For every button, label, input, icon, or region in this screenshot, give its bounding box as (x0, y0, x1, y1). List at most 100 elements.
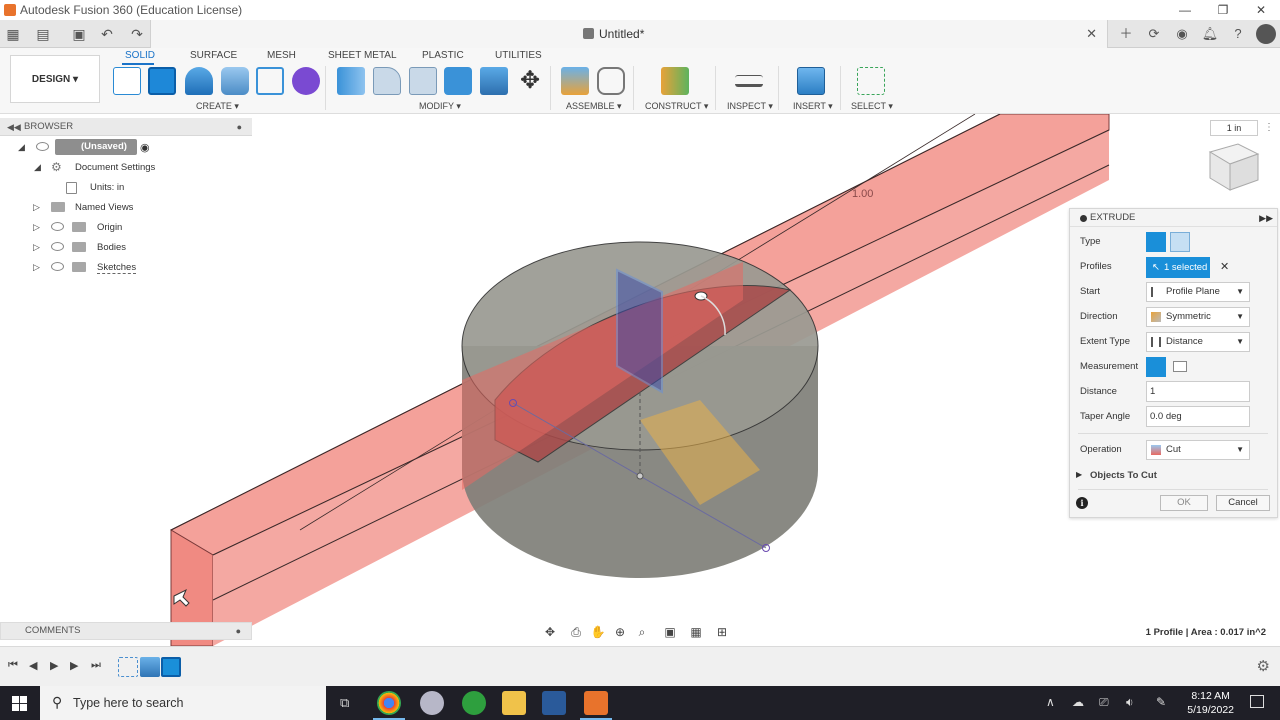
extrude-type-thin-icon[interactable] (1170, 232, 1190, 252)
fillet-icon[interactable] (373, 67, 401, 95)
timeline-settings-gear-icon[interactable]: ⚙ (1257, 657, 1270, 675)
app-icon[interactable] (462, 691, 486, 715)
visibility-eye-icon[interactable] (36, 142, 49, 151)
expand-triangle-icon[interactable]: ▷ (33, 242, 40, 253)
move-icon[interactable]: ✥ (516, 67, 544, 95)
modify-group-label[interactable]: MODIFY ▾ (419, 101, 461, 112)
construct-group-label[interactable]: CONSTRUCT ▾ (645, 101, 708, 112)
viewports-icon[interactable]: ⊞ (714, 624, 730, 640)
notifications-icon[interactable]: 🔔︎ (1196, 20, 1224, 48)
onedrive-icon[interactable]: ☁ (1072, 695, 1084, 709)
hole-icon[interactable] (221, 67, 249, 95)
close-window-button[interactable]: ✕ (1242, 0, 1280, 20)
form-icon[interactable] (292, 67, 320, 95)
windows-start-icon[interactable] (12, 696, 27, 711)
viewcube-menu-icon[interactable]: ⋮ (1264, 122, 1274, 133)
ok-button[interactable]: OK (1160, 495, 1208, 511)
measurement-model-icon[interactable] (1146, 357, 1166, 377)
fit-icon[interactable]: ⌕ (634, 624, 650, 640)
document-tab[interactable]: Untitled* ✕ (150, 20, 1108, 48)
taper-angle-input[interactable]: 0.0 deg (1146, 406, 1250, 427)
redo-icon[interactable]: ↷ (128, 25, 146, 43)
collapse-triangle-icon[interactable]: ◢ (34, 162, 41, 173)
activate-radio-icon[interactable]: ◉ (140, 141, 150, 154)
tab-mesh[interactable]: MESH (267, 50, 296, 61)
unit-indicator[interactable]: 1 in (1210, 120, 1258, 136)
create-group-label[interactable]: CREATE ▾ (196, 101, 239, 112)
help-icon[interactable]: ? (1224, 20, 1252, 48)
collapse-browser-icon[interactable]: ◀◀ (7, 118, 21, 136)
timeline-extrude-icon[interactable] (161, 657, 181, 677)
data-panel-grid-icon[interactable]: ▦ (4, 25, 22, 43)
app-icon[interactable] (420, 691, 444, 715)
taskbar-search[interactable]: ⚲ Type here to search (40, 686, 326, 720)
cancel-button[interactable]: Cancel (1216, 495, 1270, 511)
visibility-eye-icon[interactable] (51, 262, 64, 271)
tree-root[interactable]: ◢ (Unsaved) ◉ (0, 138, 252, 158)
combine-icon[interactable] (444, 67, 472, 95)
select-icon[interactable] (857, 67, 885, 95)
tab-sheet-metal[interactable]: SHEET METAL (328, 50, 397, 61)
calculator-icon[interactable] (542, 691, 566, 715)
viewcube[interactable] (1200, 138, 1264, 194)
new-component-icon[interactable] (561, 67, 589, 95)
new-tab-icon[interactable]: ＋ (1112, 20, 1140, 48)
tab-surface[interactable]: SURFACE (190, 50, 237, 61)
expand-triangle-icon[interactable]: ▶ (1076, 470, 1082, 479)
operation-dropdown[interactable]: Cut ▼ (1146, 440, 1250, 460)
action-center-icon[interactable] (1250, 695, 1264, 708)
offset-plane-icon[interactable] (661, 67, 689, 95)
go-to-start-icon[interactable]: ⏮ (8, 659, 18, 672)
pan-icon[interactable]: ✋ (590, 624, 606, 640)
play-icon[interactable]: ▶ (50, 659, 58, 672)
step-forward-icon[interactable]: ▶ (70, 659, 78, 672)
timeline-revolve-icon[interactable] (140, 657, 160, 677)
fusion-taskbar-icon[interactable] (580, 691, 612, 720)
chamfer-icon[interactable] (409, 67, 437, 95)
distance-input[interactable]: 1 (1146, 381, 1250, 402)
volume-icon[interactable]: 🔉︎ (1126, 695, 1134, 710)
browser-pin-icon[interactable]: ● (237, 118, 242, 136)
expand-triangle-icon[interactable]: ▷ (33, 202, 40, 213)
chrome-app-icon[interactable] (373, 691, 405, 720)
display-settings-icon[interactable]: ▣ (662, 624, 678, 640)
insert-group-label[interactable]: INSERT ▾ (793, 101, 833, 112)
restore-button[interactable]: ❐ (1204, 0, 1242, 20)
undo-icon[interactable]: ↶ (98, 25, 116, 43)
select-group-label[interactable]: SELECT ▾ (851, 101, 893, 112)
objects-to-cut-row[interactable]: ▶ Objects To Cut (1070, 464, 1279, 488)
direction-dropdown[interactable]: Symmetric ▼ (1146, 307, 1250, 327)
profiles-select-button[interactable]: ↖ 1 selected (1146, 257, 1210, 278)
tree-item-sketches[interactable]: ▷ Sketches (0, 258, 252, 278)
task-view-icon[interactable]: ⧉ (340, 695, 349, 711)
visibility-eye-icon[interactable] (51, 222, 64, 231)
timeline-sketch-icon[interactable] (118, 657, 138, 677)
extrude-icon[interactable] (148, 67, 176, 95)
expand-triangle-icon[interactable]: ▷ (33, 222, 40, 233)
tab-plastic[interactable]: PLASTIC (422, 50, 464, 61)
save-icon[interactable]: ▣ (70, 25, 88, 43)
step-back-icon[interactable]: ◀ (29, 659, 37, 672)
comments-pin-icon[interactable]: ● (236, 623, 241, 639)
go-to-end-icon[interactable]: ⏭ (91, 659, 101, 672)
assemble-group-label[interactable]: ASSEMBLE ▾ (566, 101, 622, 112)
tree-item-units[interactable]: Units: in (0, 178, 252, 198)
tree-item-named-views[interactable]: ▷ Named Views (0, 198, 252, 218)
pen-icon[interactable]: ✎ (1156, 695, 1166, 709)
tree-item-document-settings[interactable]: ◢ ⚙ Document Settings (0, 158, 252, 178)
show-hidden-icons-icon[interactable]: ∧ (1046, 695, 1055, 709)
shell-icon[interactable] (480, 67, 508, 95)
taskbar-clock[interactable]: 8:12 AM 5/19/2022 (1187, 689, 1234, 717)
tree-item-origin[interactable]: ▷ Origin (0, 218, 252, 238)
network-icon[interactable]: ⎚ (1099, 695, 1109, 710)
zoom-icon[interactable]: ⊕ (612, 624, 628, 640)
visibility-eye-icon[interactable] (51, 242, 64, 251)
grid-settings-icon[interactable]: ▦ (688, 624, 704, 640)
extrude-type-solid-icon[interactable] (1146, 232, 1166, 252)
measurement-screen-icon[interactable] (1173, 361, 1187, 372)
insert-image-icon[interactable] (797, 67, 825, 95)
tree-item-bodies[interactable]: ▷ Bodies (0, 238, 252, 258)
job-status-icon[interactable]: ◉ (1168, 20, 1196, 48)
collapse-triangle-icon[interactable]: ◢ (18, 142, 25, 153)
inspect-group-label[interactable]: INSPECT ▾ (727, 101, 773, 112)
